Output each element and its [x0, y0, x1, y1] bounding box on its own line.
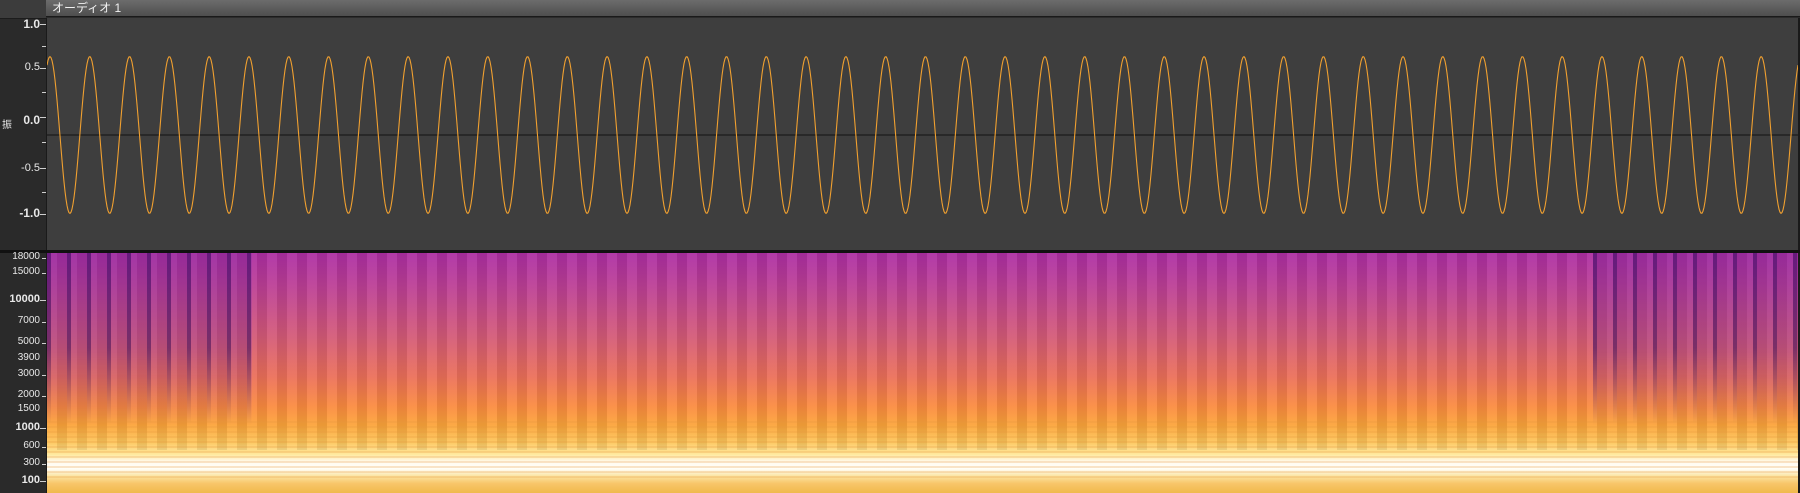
freq-label-5000: 5000: [17, 336, 40, 347]
spectrogram-fundamental-band: [47, 421, 1798, 481]
freq-label-10000: 10000: [9, 293, 40, 305]
freq-label-1000: 1000: [15, 421, 40, 433]
freq-label-18000: 18000: [12, 251, 40, 262]
audio-editor: オーディオ 1 1.0 0.5 0.0 -0.5 -1.0 振 18000 15…: [0, 0, 1800, 493]
waveform-y-label-min: -1.0: [19, 206, 40, 220]
freq-label-300: 300: [23, 457, 40, 468]
freq-label-7000: 7000: [17, 315, 40, 326]
track-name: オーディオ 1: [52, 1, 122, 15]
freq-label-2000: 2000: [17, 389, 40, 400]
waveform-y-label-max: 1.0: [23, 17, 40, 31]
spectrogram-view[interactable]: [46, 253, 1800, 493]
waveform-y-label-neg-half: -0.5: [21, 162, 40, 174]
freq-label-600: 600: [23, 440, 40, 451]
freq-label-1500: 1500: [17, 403, 40, 414]
waveform-graph: [47, 55, 1798, 215]
freq-label-3900: 3900: [17, 352, 40, 363]
waveform-y-label-half: 0.5: [24, 61, 40, 73]
waveform-view[interactable]: [46, 18, 1800, 250]
spectrogram-onset-right: [1593, 253, 1798, 425]
vertical-ruler: [0, 0, 46, 493]
track-header[interactable]: オーディオ 1: [46, 0, 1800, 17]
freq-label-15000: 15000: [12, 266, 40, 277]
freq-label-100: 100: [21, 474, 40, 486]
waveform-y-unit: 振: [2, 120, 12, 131]
freq-label-3000: 3000: [17, 368, 40, 379]
spectrogram-onset-left: [47, 253, 252, 425]
